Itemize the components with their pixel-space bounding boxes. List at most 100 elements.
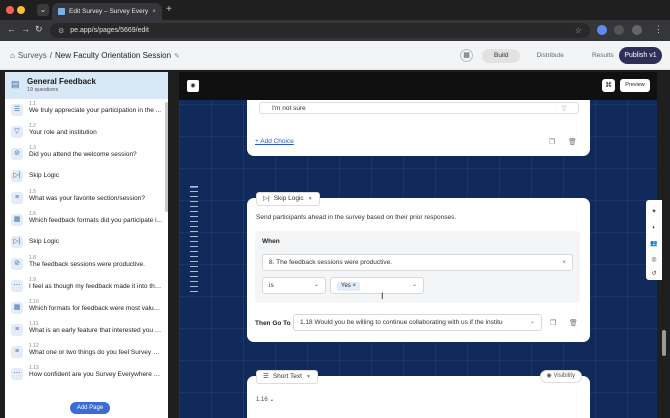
- sidebar-question-item[interactable]: ≡ 1.12 What one or two things do you feel …: [5, 341, 168, 363]
- trash-icon[interactable]: 🗑: [568, 138, 577, 146]
- close-tab-icon[interactable]: ×: [152, 8, 156, 15]
- sidebar-question-item[interactable]: ≡ 1.5 What was your favorite section/sessi…: [5, 187, 168, 209]
- bookmark-star-icon[interactable]: ☆: [575, 26, 582, 35]
- clear-icon[interactable]: ×: [562, 255, 566, 270]
- breadcrumb: ⌂ Surveys / New Faculty Orientation Sess…: [10, 51, 180, 60]
- browser-menu-icon[interactable]: ⋮: [654, 24, 663, 35]
- question-label: What one or two things do you feel Surve…: [29, 349, 162, 356]
- choice-actions-icon[interactable]: ◌ 🗑: [555, 105, 568, 112]
- compass-icon[interactable]: ◎: [650, 256, 658, 264]
- question-count: 19 questions: [27, 87, 59, 93]
- answer-select[interactable]: Yes × ⌄: [330, 277, 424, 294]
- question-label: Skip Logic: [29, 238, 59, 245]
- question-number[interactable]: 1.16 ⌄: [256, 396, 274, 403]
- sidebar-item-text: Skip Logic: [29, 233, 162, 245]
- sidebar-item-text: 1.5 What was your favorite section/sessio…: [29, 189, 162, 202]
- publish-button[interactable]: Publish v1: [619, 47, 662, 64]
- check-circle-icon: ⊘: [11, 258, 23, 270]
- question-label: Which formats for feedback were most val…: [29, 305, 162, 312]
- trash-icon[interactable]: 🗑: [569, 319, 578, 327]
- question-label: The feedback sessions were productive.: [29, 261, 145, 268]
- breadcrumb-surveys-link[interactable]: Surveys: [18, 51, 47, 60]
- skip-logic-type-dropdown[interactable]: ▷| Skip Logic ▼: [256, 192, 320, 206]
- copy-icon[interactable]: ❐: [549, 138, 555, 146]
- add-choice-link[interactable]: + Add Choice: [255, 138, 294, 145]
- sidebar-question-item[interactable]: ▷| Skip Logic: [5, 165, 168, 187]
- visibility-button[interactable]: ◉ Visibility: [539, 370, 582, 383]
- home-icon[interactable]: ⌂: [10, 51, 15, 60]
- address-bar-row: ← → ↻ ⚙ pe.app/s/pages/5669/edit ☆ ⋮: [0, 20, 670, 41]
- skip-logic-icon: ▷|: [11, 170, 23, 182]
- magic-wand-icon[interactable]: ✦: [650, 208, 658, 216]
- sidebar-question-item[interactable]: ⊘ 1.8 The feedback sessions were productiv…: [5, 253, 168, 275]
- copy-icon[interactable]: ❐: [550, 319, 556, 327]
- sidebar-scrollbar[interactable]: [165, 102, 168, 212]
- answer-chip[interactable]: Yes ×: [337, 282, 360, 291]
- sidebar-question-item[interactable]: ⋯ 1.9 I feel as though my feedback made it…: [5, 275, 168, 297]
- palette-icon[interactable]: ◐: [650, 224, 658, 232]
- question-label: What is an early feature that interested…: [29, 327, 162, 334]
- check-circle-icon: ⊘: [11, 148, 23, 160]
- preview-button[interactable]: Preview: [620, 79, 650, 92]
- sidebar-question-item[interactable]: ☰ 1.1 We truly appreciate your participati…: [5, 99, 168, 121]
- skip-logic-icon: ▷|: [263, 195, 270, 202]
- skip-logic-icon: ▷|: [11, 236, 23, 248]
- share-icon[interactable]: ⌘: [602, 79, 615, 92]
- extension-icon[interactable]: [597, 25, 607, 35]
- forward-icon[interactable]: →: [21, 24, 30, 34]
- sidebar-question-item[interactable]: ▽ 1.2 Your role and institution: [5, 121, 168, 143]
- sidebar-question-item[interactable]: ▦ 1.6 Which feedback formats did you parti…: [5, 209, 168, 231]
- add-page-button[interactable]: Add Page: [70, 402, 110, 414]
- scale-icon: ⋯: [11, 280, 23, 292]
- grid-icon: ▦: [11, 302, 23, 314]
- sidebar-item-text: 1.13 How confident are you Survey Everywh…: [29, 365, 162, 378]
- profile-avatar-icon[interactable]: [632, 25, 642, 35]
- question-label: How confident are you Survey Everywhere …: [29, 371, 162, 378]
- page-header[interactable]: ▤ General Feedback 19 questions: [5, 72, 168, 99]
- chevron-down-icon: ▼: [305, 374, 311, 380]
- reload-icon[interactable]: ↻: [35, 24, 43, 35]
- sidebar-item-text: 1.2 Your role and institution: [29, 123, 162, 136]
- new-tab-icon[interactable]: +: [166, 4, 172, 15]
- pencil-icon[interactable]: ✎: [174, 52, 180, 60]
- canvas-scrollbar[interactable]: [662, 330, 666, 356]
- sidebar-question-item[interactable]: ⊘ 1.3 Did you attend the welcome session?: [5, 143, 168, 165]
- editor-canvas: ◉ ⌘ Preview I'm not sure ◌ 🗑 + Add Choic…: [179, 72, 657, 418]
- sidebar-item-text: 1.1 We truly appreciate your participatio…: [29, 101, 162, 114]
- question-label: What was your favorite section/session?: [29, 195, 145, 202]
- tab-list-icon[interactable]: ⌄: [37, 4, 49, 16]
- sidebar-question-item[interactable]: ▦ 1.10 Which formats for feedback were mos…: [5, 297, 168, 319]
- minimize-window-button[interactable]: [17, 6, 25, 14]
- sidebar-question-item[interactable]: ⋯ 1.13 How confident are you Survey Everyw…: [5, 363, 168, 385]
- close-window-button[interactable]: [6, 6, 14, 14]
- question-type-dropdown[interactable]: ☰ Short Text ▼: [256, 370, 318, 384]
- browser-tab[interactable]: Edit Survey – Survey Everywh ×: [52, 3, 162, 20]
- go-to-target-select[interactable]: 1.18 Would you be willing to continue co…: [293, 314, 542, 331]
- question-list: ☰ 1.1 We truly appreciate your participati…: [5, 99, 168, 385]
- sidebar-toggle-icon[interactable]: ◉: [187, 80, 199, 92]
- survey-title[interactable]: New Faculty Orientation Session: [55, 51, 171, 60]
- question-label: Which feedback formats did you participa…: [29, 217, 162, 224]
- condition-question-select[interactable]: 8. The feedback sessions were productive…: [262, 254, 573, 271]
- sidebar-item-text: 1.9 I feel as though my feedback made it …: [29, 277, 162, 290]
- operator-select[interactable]: is ⌄: [262, 277, 326, 294]
- sidebar-question-item[interactable]: ▷| Skip Logic: [5, 231, 168, 253]
- sidebar-question-item[interactable]: ≡ 1.11 What is an early feature that inter…: [5, 319, 168, 341]
- sidebar-item-text: 1.3 Did you attend the welcome session?: [29, 145, 162, 158]
- skip-logic-description: Send participants ahead in the survey ba…: [256, 214, 457, 221]
- back-icon[interactable]: ←: [7, 24, 16, 34]
- extensions-puzzle-icon[interactable]: [614, 25, 624, 35]
- tab-build[interactable]: Build: [482, 49, 521, 63]
- question-label: Did you attend the welcome session?: [29, 151, 137, 158]
- site-info-icon[interactable]: ⚙: [58, 27, 64, 35]
- skip-logic-card: ▷| Skip Logic ▼ Send participants ahead …: [247, 192, 590, 342]
- sidebar-item-text: 1.11 What is an early feature that intere…: [29, 321, 162, 334]
- tab-distribute[interactable]: Distribute: [524, 49, 575, 63]
- history-icon[interactable]: ↺: [650, 270, 658, 278]
- calendar-icon[interactable]: ▦: [460, 49, 473, 62]
- users-icon[interactable]: 👥: [650, 240, 658, 248]
- choice-option[interactable]: I'm not sure ◌ 🗑: [259, 102, 579, 114]
- url-field[interactable]: ⚙ pe.app/s/pages/5669/edit ☆: [50, 23, 590, 38]
- app-header: ⌂ Surveys / New Faculty Orientation Sess…: [0, 41, 670, 70]
- canvas-toolbar: ◉ ⌘ Preview: [179, 72, 657, 100]
